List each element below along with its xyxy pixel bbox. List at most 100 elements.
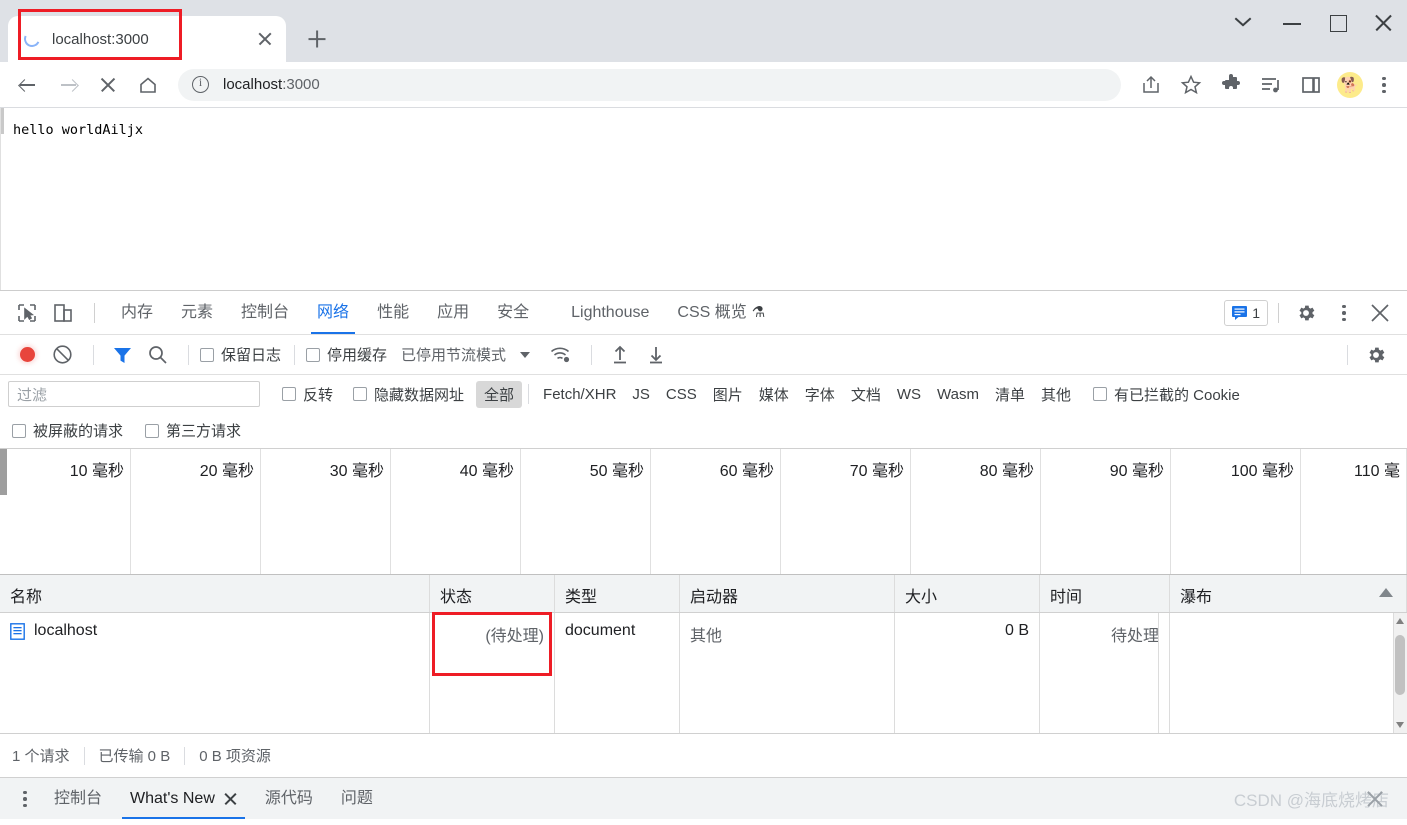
- filter-icon[interactable]: [105, 338, 139, 372]
- timeline-tick: 90 毫秒: [1041, 449, 1171, 574]
- extensions-puzzle-icon[interactable]: [1214, 68, 1248, 102]
- filter-type-wasm[interactable]: Wasm: [929, 383, 987, 406]
- drawer-tab-sources[interactable]: 源代码: [251, 778, 327, 819]
- network-timeline-overview[interactable]: 10 毫秒 20 毫秒 30 毫秒 40 毫秒 50 毫秒 60 毫秒 70 毫…: [0, 449, 1407, 575]
- column-header-initiator[interactable]: 启动器: [680, 575, 895, 612]
- blocked-cookies-checkbox[interactable]: 有已拦截的 Cookie: [1093, 384, 1240, 405]
- media-playlist-icon[interactable]: [1254, 68, 1288, 102]
- filter-type-font[interactable]: 字体: [797, 381, 843, 408]
- drawer-tab-issues[interactable]: 问题: [327, 778, 387, 819]
- divider: [84, 747, 85, 765]
- close-drawer-icon[interactable]: [1365, 789, 1385, 809]
- message-badge[interactable]: 1: [1224, 300, 1268, 326]
- filter-input[interactable]: 过滤: [8, 381, 260, 407]
- bookmark-star-icon[interactable]: [1174, 68, 1208, 102]
- blocked-requests-checkbox[interactable]: 被屏蔽的请求: [12, 420, 123, 441]
- network-settings-gear-icon[interactable]: [1359, 338, 1393, 372]
- home-icon[interactable]: [130, 67, 166, 103]
- column-header-size[interactable]: 大小: [895, 575, 1040, 612]
- side-panel-icon[interactable]: [1294, 68, 1328, 102]
- back-icon[interactable]: [10, 67, 46, 103]
- invert-checkbox[interactable]: 反转: [282, 384, 333, 405]
- disable-cache-checkbox[interactable]: 停用缓存: [306, 344, 387, 365]
- column-header-type[interactable]: 类型: [555, 575, 680, 612]
- chevron-down-icon[interactable]: [1223, 0, 1269, 46]
- record-button[interactable]: [10, 338, 44, 372]
- cell-status: (待处理): [430, 613, 555, 733]
- drawer-tab-console[interactable]: 控制台: [40, 778, 116, 819]
- stop-icon[interactable]: [90, 67, 126, 103]
- devtools-tab-console[interactable]: 控制台: [227, 291, 303, 334]
- inspect-element-icon[interactable]: [10, 296, 44, 330]
- filter-type-doc[interactable]: 文档: [843, 381, 889, 408]
- tab-title: localhost:3000: [52, 31, 254, 48]
- timeline-tick-label: 30 毫秒: [330, 457, 384, 481]
- devtools-tab-memory[interactable]: 内存: [107, 291, 167, 334]
- checkbox-box: [1093, 387, 1107, 401]
- new-tab-button[interactable]: [300, 22, 334, 56]
- filter-type-manifest[interactable]: 清单: [987, 381, 1033, 408]
- filter-type-img[interactable]: 图片: [705, 381, 751, 408]
- cell-name[interactable]: localhost: [0, 613, 430, 733]
- transferred-size: 已传输 0 B: [99, 745, 171, 766]
- devtools-tab-performance[interactable]: 性能: [363, 291, 423, 334]
- minimize-icon[interactable]: [1269, 0, 1315, 46]
- table-scrollbar[interactable]: [1393, 613, 1407, 733]
- column-header-waterfall[interactable]: 瀑布: [1170, 575, 1407, 612]
- search-icon[interactable]: [141, 338, 175, 372]
- settings-gear-icon[interactable]: [1289, 296, 1323, 330]
- preserve-log-checkbox[interactable]: 保留日志: [200, 344, 281, 365]
- sort-ascending-icon[interactable]: [1379, 588, 1393, 597]
- message-icon: [1232, 306, 1247, 320]
- device-toolbar-icon[interactable]: [46, 296, 80, 330]
- close-devtools-icon[interactable]: [1363, 296, 1397, 330]
- filter-type-js[interactable]: JS: [624, 383, 658, 406]
- filter-type-css[interactable]: CSS: [658, 383, 705, 406]
- third-party-requests-checkbox[interactable]: 第三方请求: [145, 420, 241, 441]
- filter-type-media[interactable]: 媒体: [751, 381, 797, 408]
- scrollbar-thumb[interactable]: [1395, 635, 1405, 695]
- profile-avatar[interactable]: 🐕: [1337, 72, 1363, 98]
- filter-type-all[interactable]: 全部: [476, 381, 522, 408]
- table-row[interactable]: localhost (待处理) document 其他 0 B 待处理: [0, 613, 1407, 733]
- browser-tab[interactable]: localhost:3000: [8, 16, 286, 62]
- devtools-more-kebab-icon[interactable]: [1329, 296, 1359, 330]
- filter-type-fetch-xhr[interactable]: Fetch/XHR: [535, 383, 624, 406]
- clear-button[interactable]: [46, 338, 80, 372]
- close-icon[interactable]: [224, 792, 237, 805]
- scroll-up-icon[interactable]: [1396, 618, 1404, 624]
- network-conditions-wifi-icon[interactable]: [544, 338, 578, 372]
- scroll-down-icon[interactable]: [1396, 722, 1404, 728]
- column-header-time[interactable]: 时间: [1040, 575, 1170, 612]
- drawer-menu-kebab-icon[interactable]: [10, 782, 40, 816]
- throttling-select-label[interactable]: 已停用节流模式: [401, 344, 506, 365]
- import-har-icon[interactable]: [603, 338, 637, 372]
- devtools-tab-lighthouse[interactable]: Lighthouse: [543, 291, 663, 334]
- checkbox-box: [200, 348, 214, 362]
- share-icon[interactable]: [1134, 68, 1168, 102]
- filter-type-ws[interactable]: WS: [889, 383, 929, 406]
- forward-icon[interactable]: [50, 67, 86, 103]
- network-filter-bar: 过滤 反转 隐藏数据网址 全部 Fetch/XHR JS CSS 图片 媒体 字…: [0, 375, 1407, 413]
- devtools-tab-network[interactable]: 网络: [303, 291, 363, 334]
- site-info-icon[interactable]: [192, 76, 209, 93]
- close-icon[interactable]: [254, 28, 276, 50]
- chevron-down-icon[interactable]: [520, 352, 530, 358]
- timeline-tick: 20 毫秒: [131, 449, 261, 574]
- devtools-tab-application[interactable]: 应用: [423, 291, 483, 334]
- devtools-tab-security[interactable]: 安全: [483, 291, 543, 334]
- devtools-tab-css-overview[interactable]: CSS 概览 ⚗: [663, 291, 779, 334]
- column-header-name[interactable]: 名称: [0, 575, 430, 612]
- timeline-tick-label: 110 毫: [1354, 457, 1400, 481]
- browser-menu-kebab-icon[interactable]: [1369, 68, 1399, 102]
- drawer-tab-whats-new[interactable]: What's New: [116, 778, 251, 819]
- address-bar[interactable]: localhost:3000: [178, 69, 1121, 101]
- devtools-tab-bar: 内存 元素 控制台 网络 性能 应用 安全 Lighthouse CSS 概览 …: [0, 291, 1407, 335]
- maximize-icon[interactable]: [1315, 0, 1361, 46]
- column-header-status[interactable]: 状态: [430, 575, 555, 612]
- close-window-icon[interactable]: [1361, 0, 1407, 46]
- hide-data-urls-checkbox[interactable]: 隐藏数据网址: [353, 384, 464, 405]
- export-har-icon[interactable]: [639, 338, 673, 372]
- devtools-tab-elements[interactable]: 元素: [167, 291, 227, 334]
- filter-type-other[interactable]: 其他: [1033, 381, 1079, 408]
